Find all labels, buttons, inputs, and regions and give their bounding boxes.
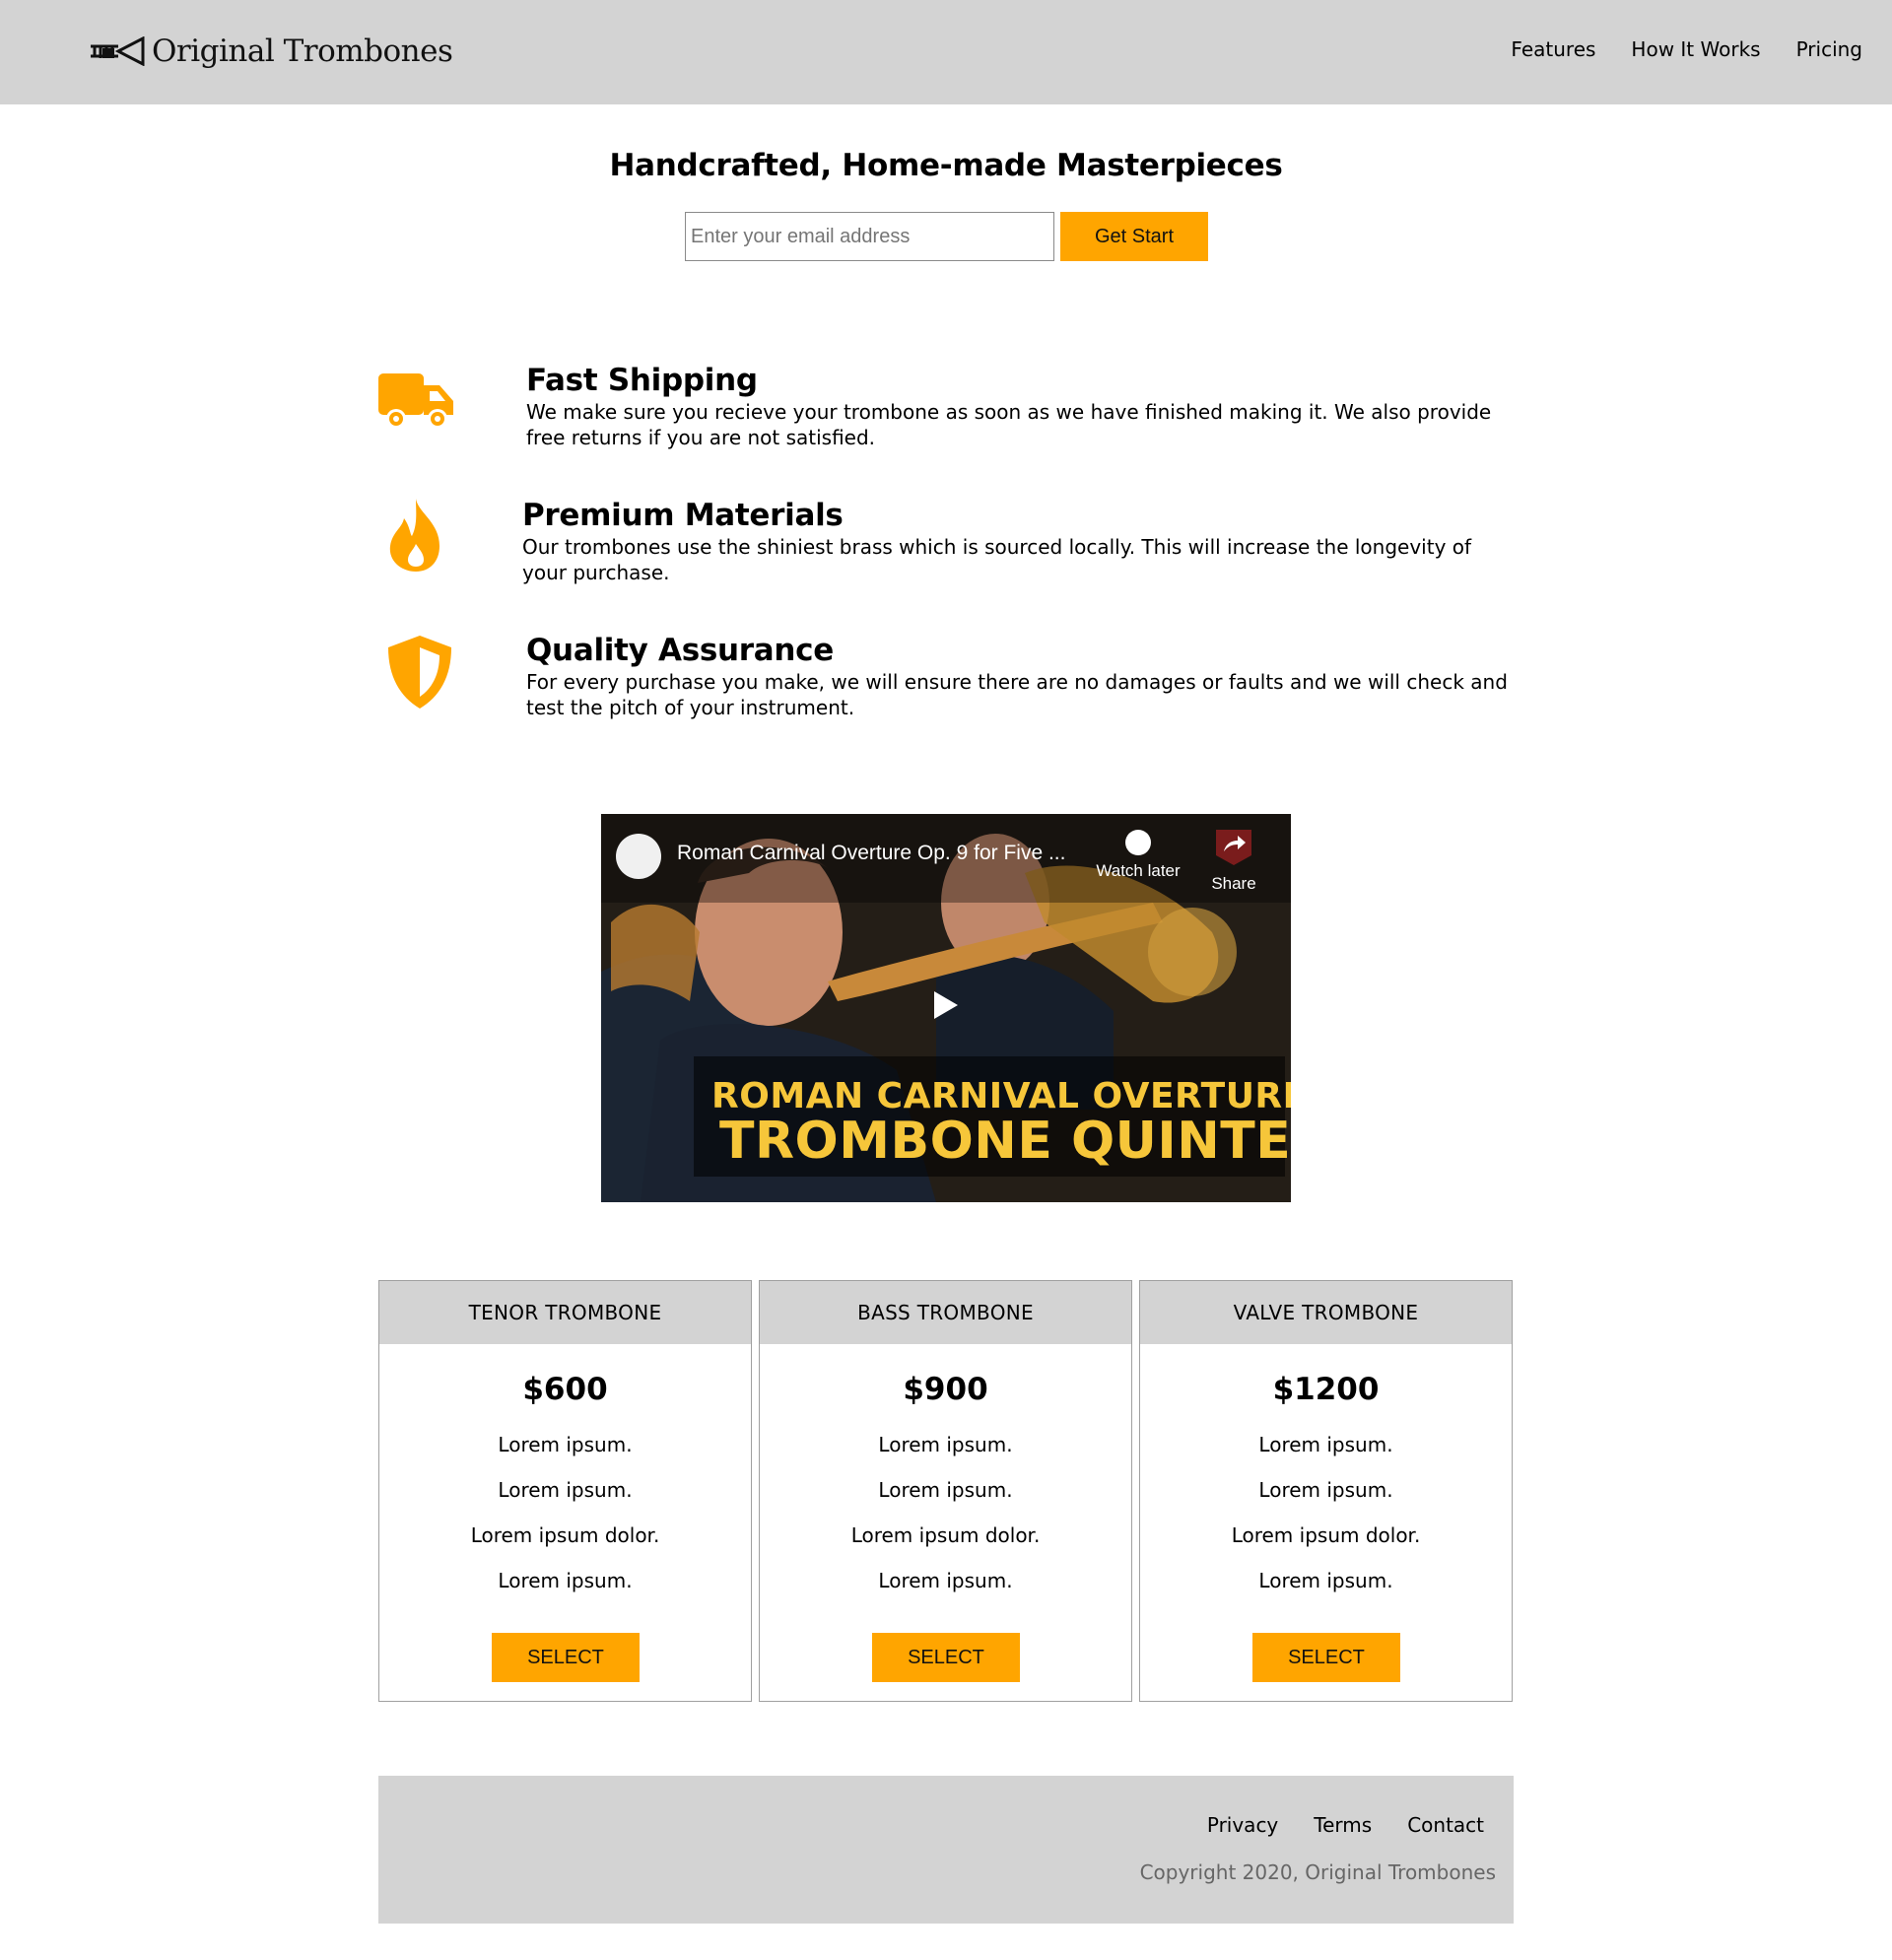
feature-description: We make sure you recieve your trombone a… <box>526 400 1492 449</box>
plan-name: BASS TROMBONE <box>760 1281 1131 1344</box>
plan-price: $900 <box>903 1372 988 1407</box>
feature-title: Quality Assurance <box>526 633 834 668</box>
signup-form: Get Start <box>685 212 1208 261</box>
plan-name: TENOR TROMBONE <box>379 1281 751 1344</box>
feature-description: For every purchase you make, we will ens… <box>526 670 1508 719</box>
feature-title: Premium Materials <box>522 498 844 533</box>
nav-link-pricing[interactable]: Pricing <box>1796 37 1862 61</box>
plan-feature: Lorem ipsum. <box>878 1569 1013 1592</box>
email-input[interactable] <box>685 212 1054 261</box>
fire-icon <box>389 499 439 572</box>
select-tenor-button[interactable]: SELECT <box>492 1633 640 1682</box>
plan-feature: Lorem ipsum. <box>498 1569 633 1592</box>
plan-feature: Lorem ipsum dolor. <box>470 1523 660 1547</box>
plan-feature: Lorem ipsum. <box>1258 1569 1393 1592</box>
main-nav: Features How It Works Pricing <box>1511 37 1862 61</box>
site-footer: Privacy Terms Contact Copyright 2020, Or… <box>378 1776 1514 1924</box>
share-button[interactable]: Share <box>1204 830 1263 894</box>
feature-quality-assurance: Quality Assurance For every purchase you… <box>378 632 1512 740</box>
plan-features: Lorem ipsum. Lorem ipsum. Lorem ipsum do… <box>1140 1422 1512 1603</box>
nav-link-how-it-works[interactable]: How It Works <box>1631 37 1760 61</box>
plan-price: $600 <box>522 1372 608 1407</box>
footer-link-terms[interactable]: Terms <box>1314 1813 1372 1837</box>
feature-description: Our trombones use the shiniest brass whi… <box>522 535 1472 584</box>
hero-title: Handcrafted, Home-made Masterpieces <box>609 148 1283 183</box>
clock-icon <box>1125 830 1151 855</box>
shield-icon <box>388 636 451 709</box>
feature-title: Fast Shipping <box>526 363 758 398</box>
copyright-text: Copyright 2020, Original Trombones <box>1139 1860 1496 1884</box>
footer-link-contact[interactable]: Contact <box>1407 1813 1484 1837</box>
plan-features: Lorem ipsum. Lorem ipsum. Lorem ipsum do… <box>760 1422 1131 1603</box>
pricing-section: TENOR TROMBONE $600 Lorem ipsum. Lorem i… <box>378 1280 1513 1702</box>
plan-card-tenor: TENOR TROMBONE $600 Lorem ipsum. Lorem i… <box>378 1280 752 1702</box>
watch-later-button[interactable]: Watch later <box>1094 830 1182 881</box>
truck-icon <box>378 373 453 429</box>
footer-nav: Privacy Terms Contact <box>1207 1813 1484 1837</box>
share-label: Share <box>1211 874 1256 893</box>
plan-feature: Lorem ipsum. <box>1258 1433 1393 1456</box>
nav-link-features[interactable]: Features <box>1511 37 1595 61</box>
plan-feature: Lorem ipsum dolor. <box>1231 1523 1421 1547</box>
select-valve-button[interactable]: SELECT <box>1252 1633 1400 1682</box>
video-banner: ROMAN CARNIVAL OVERTURE TROMBONE QUINTET <box>694 1056 1291 1177</box>
watch-later-label: Watch later <box>1096 861 1181 880</box>
plan-card-valve: VALVE TROMBONE $1200 Lorem ipsum. Lorem … <box>1139 1280 1513 1702</box>
logo[interactable]: Original Trombones <box>89 32 453 71</box>
feature-fast-shipping: Fast Shipping We make sure you recieve y… <box>378 362 1512 470</box>
plan-feature: Lorem ipsum. <box>878 1433 1013 1456</box>
trombone-logo-icon <box>91 36 145 66</box>
play-icon[interactable] <box>932 989 960 1021</box>
feature-text: Quality Assurance For every purchase you… <box>526 632 1512 720</box>
video-title[interactable]: Roman Carnival Overture Op. 9 for Five .… <box>677 842 1065 865</box>
banner-line-1: ROMAN CARNIVAL OVERTURE <box>711 1076 1291 1116</box>
plan-feature: Lorem ipsum. <box>498 1478 633 1502</box>
feature-text: Premium Materials Our trombones use the … <box>522 497 1508 585</box>
logo-text: Original Trombones <box>152 34 453 69</box>
site-header: Original Trombones Features How It Works… <box>0 0 1892 104</box>
share-icon <box>1216 830 1251 865</box>
plan-feature: Lorem ipsum. <box>498 1433 633 1456</box>
select-bass-button[interactable]: SELECT <box>872 1633 1020 1682</box>
plan-feature: Lorem ipsum. <box>878 1478 1013 1502</box>
feature-premium-materials: Premium Materials Our trombones use the … <box>378 497 1512 605</box>
plan-feature: Lorem ipsum dolor. <box>850 1523 1041 1547</box>
feature-text: Fast Shipping We make sure you recieve y… <box>526 362 1512 450</box>
get-start-button[interactable]: Get Start <box>1060 212 1208 261</box>
plan-name: VALVE TROMBONE <box>1140 1281 1512 1344</box>
plan-card-bass: BASS TROMBONE $900 Lorem ipsum. Lorem ip… <box>759 1280 1132 1702</box>
channel-avatar[interactable] <box>616 834 661 879</box>
plan-price: $1200 <box>1272 1372 1380 1407</box>
plan-features: Lorem ipsum. Lorem ipsum. Lorem ipsum do… <box>379 1422 751 1603</box>
plan-feature: Lorem ipsum. <box>1258 1478 1393 1502</box>
banner-line-2: TROMBONE QUINTET <box>719 1112 1291 1171</box>
video-player[interactable]: Roman Carnival Overture Op. 9 for Five .… <box>601 814 1291 1202</box>
footer-link-privacy[interactable]: Privacy <box>1207 1813 1278 1837</box>
